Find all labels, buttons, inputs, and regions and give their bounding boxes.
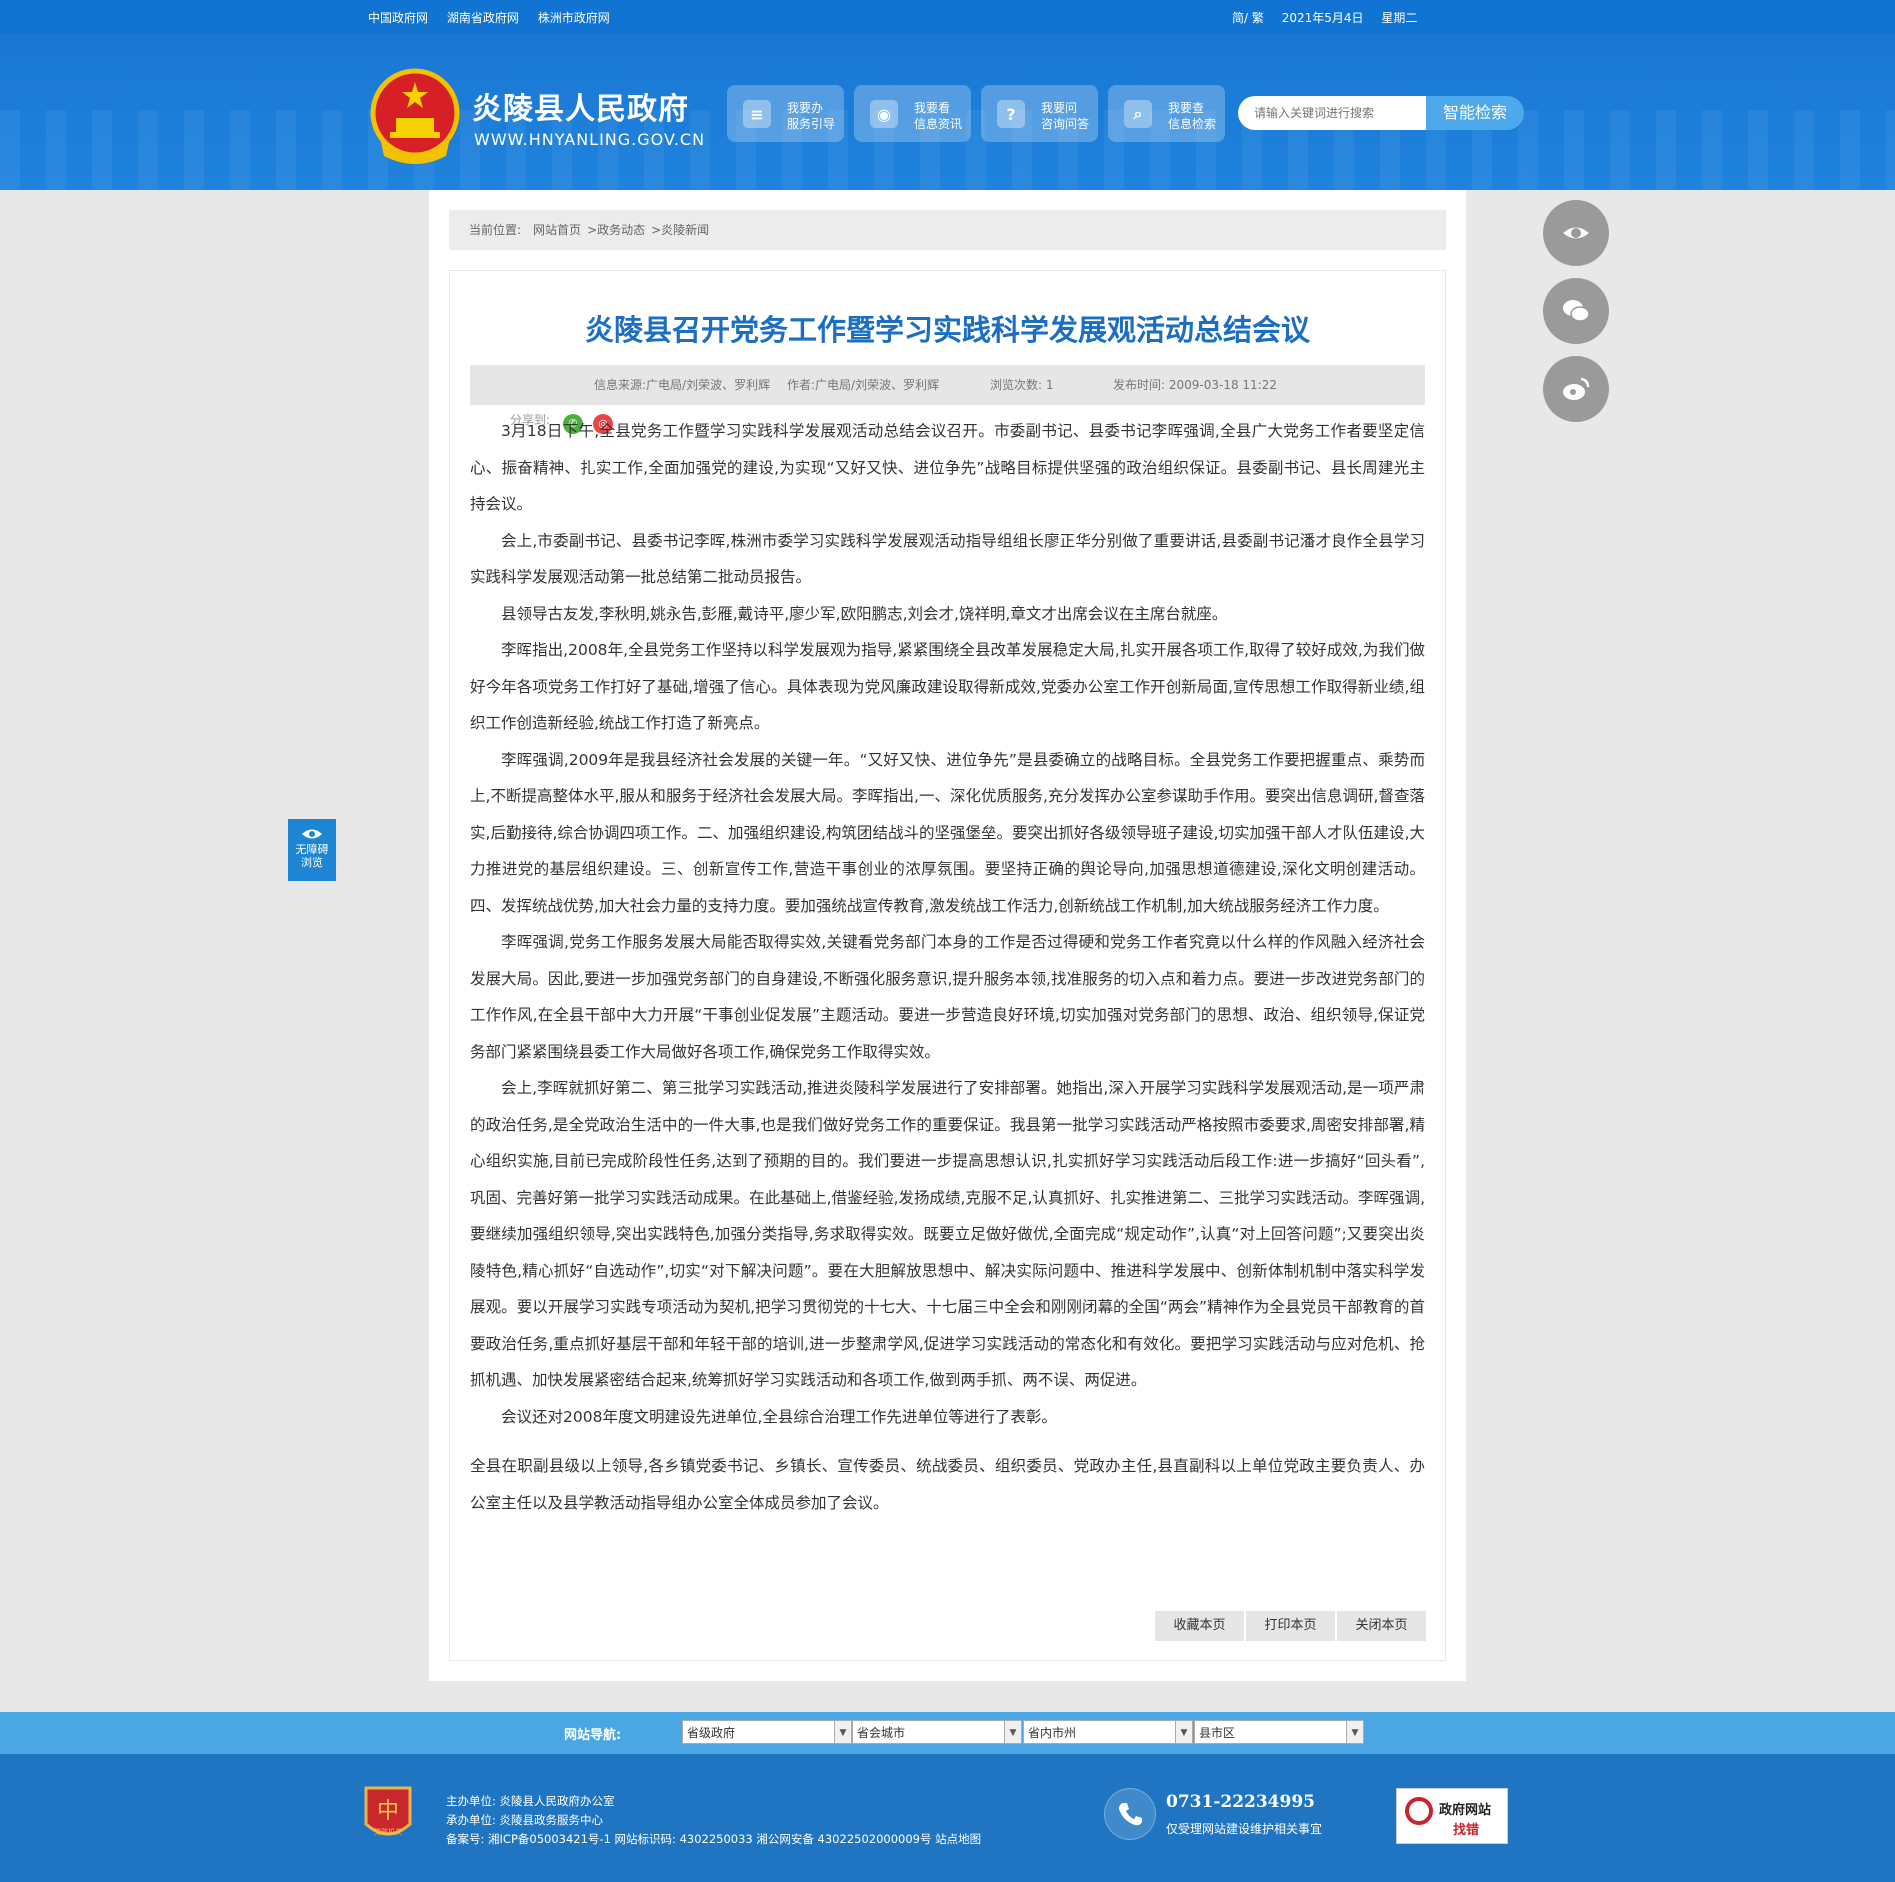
meta-views: 浏览次数: 1 bbox=[990, 378, 1054, 392]
paragraph: 3月18日下午,全县党务工作暨学习实践科学发展观活动总结会议召开。市委副书记、县… bbox=[470, 422, 1425, 513]
meta-source: 信息来源:广电局/刘荣波、罗利辉 bbox=[594, 378, 771, 392]
lang-switch[interactable]: 简/ 繁 bbox=[1232, 11, 1264, 25]
button-line2: 咨询问答 bbox=[1041, 117, 1090, 131]
eye-icon bbox=[302, 829, 322, 839]
province-city-select[interactable]: 省内市州 ▼ bbox=[1023, 1720, 1193, 1744]
paragraph: 会上,李晖就抓好第二、第三批学习实践活动,推进炎陵科学发展进行了安排部署。她指出… bbox=[470, 1079, 1425, 1389]
county-select[interactable]: 县市区 ▼ bbox=[1194, 1720, 1364, 1744]
form-icon: ≡ bbox=[743, 100, 771, 128]
footer-organizer: 承办单位: 炎陵县政务服务中心 bbox=[446, 1813, 604, 1827]
chevron-down-icon: ▼ bbox=[1175, 1721, 1192, 1743]
float-weibo-button[interactable] bbox=[1543, 356, 1609, 422]
meta-published: 发布时间: 2009-03-18 11:22 bbox=[1113, 378, 1277, 392]
accessibility-line2: 浏览 bbox=[301, 856, 323, 869]
meta-author: 作者:广电局/刘荣波、罗利辉 bbox=[787, 378, 940, 392]
weibo-icon bbox=[1563, 377, 1590, 400]
button-line1: 我要办 bbox=[787, 101, 824, 115]
closing-paragraph: 全县在职副县级以上领导,各乡镇党委书记、乡镇长、宣传委员、统战委员、组织委员、党… bbox=[470, 1457, 1425, 1512]
select-value: 省内市州 bbox=[1028, 1726, 1077, 1740]
close-page-button[interactable]: 关闭本页 bbox=[1337, 1611, 1426, 1641]
info-news-button[interactable]: ◉ 我要看 信息资讯 bbox=[854, 85, 971, 142]
button-line1: 我要查 bbox=[1168, 101, 1205, 115]
site-nav-label: 网站导航: bbox=[564, 1728, 622, 1743]
footer: 中 党政机关 主办单位: 炎陵县人民政府办公室 承办单位: 炎陵县政务服务中心 … bbox=[0, 1754, 1895, 1882]
date: 2021年5月4日 bbox=[1281, 11, 1364, 25]
chevron-down-icon: ▼ bbox=[834, 1721, 851, 1743]
button-line1: 我要问 bbox=[1041, 101, 1078, 115]
float-wechat-button[interactable] bbox=[1543, 278, 1609, 344]
chevron-down-icon: ▼ bbox=[1346, 1721, 1363, 1743]
article: 炎陵县召开党务工作暨学习实践科学发展观活动总结会议 信息来源:广电局/刘荣波、罗… bbox=[449, 270, 1446, 1661]
article-meta: 信息来源:广电局/刘荣波、罗利辉 作者:广电局/刘荣波、罗利辉 浏览次数: 1 … bbox=[470, 365, 1425, 405]
magnifier-icon bbox=[1405, 1797, 1433, 1825]
footer-record[interactable]: 备案号: 湘ICP备05003421号-1 网站标识码: 4302250033 … bbox=[446, 1830, 981, 1849]
footer-host: 主办单位: 炎陵县人民政府办公室 bbox=[446, 1794, 615, 1808]
site-title[interactable]: 炎陵县人民政府 bbox=[472, 84, 689, 128]
footer-info: 主办单位: 炎陵县人民政府办公室 承办单位: 炎陵县政务服务中心 备案号: 湘I… bbox=[446, 1792, 981, 1849]
error-line2: 找错 bbox=[1453, 1823, 1480, 1838]
article-actions: 收藏本页 打印本页 关闭本页 bbox=[1153, 1611, 1426, 1641]
paragraph: 李晖强调,党务工作服务发展大局能否取得实效,关键看党务部门本身的工作是否过得硬和… bbox=[470, 933, 1425, 1061]
report-error-button[interactable]: 政府网站 找错 bbox=[1396, 1788, 1508, 1844]
site-url: WWW.HNYANLING.GOV.CN bbox=[474, 130, 706, 149]
svg-text:中: 中 bbox=[377, 1799, 399, 1824]
main-panel: 当前位置: 网站首页 >政务动态 >炎陵新闻 炎陵县召开党务工作暨学习实践科学发展观活… bbox=[429, 190, 1466, 1681]
select-value: 省级政府 bbox=[687, 1726, 736, 1740]
link-gov-cn[interactable]: 中国政府网 bbox=[368, 11, 428, 25]
search-icon: ⌕ bbox=[1124, 100, 1152, 128]
accessibility-button[interactable]: 无障碍 浏览 bbox=[288, 819, 336, 881]
breadcrumb-local-news[interactable]: >炎陵新闻 bbox=[651, 223, 709, 237]
button-line2: 信息资讯 bbox=[914, 117, 963, 131]
article-content: 3月18日下午,全县党务工作暨学习实践科学发展观活动总结会议召开。市委副书记、县… bbox=[470, 413, 1425, 1521]
qa-button[interactable]: ? 我要问 咨询问答 bbox=[981, 85, 1098, 142]
badge-text: 党政机关 bbox=[374, 1827, 402, 1836]
paragraph: 会上,市委副书记、县委书记李晖,株洲市委学习实践科学发展观活动指导组组长廖正华分… bbox=[470, 531, 1425, 587]
weekday: 星期二 bbox=[1381, 11, 1418, 25]
paragraph: 会议还对2008年度文明建设先进单位,全县综合治理工作先进单位等进行了表彰。 bbox=[501, 1407, 1057, 1426]
breadcrumb-gov-news[interactable]: >政务动态 bbox=[587, 223, 645, 237]
select-value: 省会城市 bbox=[857, 1726, 906, 1740]
breadcrumb-label: 当前位置: bbox=[469, 223, 522, 237]
search-button[interactable]: 智能检索 bbox=[1426, 96, 1524, 130]
service-guide-button[interactable]: ≡ 我要办 服务引导 bbox=[727, 85, 844, 142]
float-eye-button[interactable] bbox=[1543, 200, 1609, 266]
link-hunan-gov[interactable]: 湖南省政府网 bbox=[447, 11, 519, 25]
select-value: 县市区 bbox=[1199, 1726, 1236, 1740]
error-line1: 政府网站 bbox=[1439, 1803, 1492, 1818]
breadcrumb-home[interactable]: 网站首页 bbox=[533, 223, 581, 237]
info-search-button[interactable]: ⌕ 我要查 信息检索 bbox=[1108, 85, 1225, 142]
top-links: 中国政府网 湖南省政府网 株洲市政府网 bbox=[368, 9, 625, 26]
capital-city-select[interactable]: 省会城市 ▼ bbox=[852, 1720, 1022, 1744]
wechat-icon bbox=[1563, 300, 1590, 322]
footer-phone: 0731-22234995 bbox=[1166, 1792, 1315, 1812]
accessibility-line1: 无障碍 bbox=[295, 843, 329, 856]
link-zhuzhou-gov[interactable]: 株洲市政府网 bbox=[538, 11, 610, 25]
national-emblem-icon bbox=[370, 68, 460, 164]
eye-icon bbox=[1563, 227, 1589, 239]
paragraph: 县领导古友发,李秋明,姚永告,彭雁,戴诗平,廖少军,欧阳鹏志,刘会才,饶祥明,章… bbox=[501, 604, 1228, 623]
article-title: 炎陵县召开党务工作暨学习实践科学发展观活动总结会议 bbox=[584, 313, 1310, 347]
button-line2: 信息检索 bbox=[1168, 117, 1217, 131]
chevron-down-icon: ▼ bbox=[1004, 1721, 1021, 1743]
button-line2: 服务引导 bbox=[787, 117, 836, 131]
top-right: 简/ 繁 2021年5月4日 星期二 bbox=[1232, 9, 1431, 26]
top-bar: 中国政府网 湖南省政府网 株洲市政府网 简/ 繁 2021年5月4日 星期二 bbox=[0, 0, 1895, 34]
bookmark-button[interactable]: 收藏本页 bbox=[1155, 1611, 1244, 1641]
print-button[interactable]: 打印本页 bbox=[1246, 1611, 1335, 1641]
site-nav: 网站导航: 省级政府 ▼ 省会城市 ▼ 省内市州 ▼ 县市区 ▼ bbox=[0, 1712, 1895, 1754]
province-gov-select[interactable]: 省级政府 ▼ bbox=[682, 1720, 852, 1744]
phone-icon bbox=[1104, 1788, 1156, 1840]
paragraph: 李晖强调,2009年是我县经济社会发展的关键一年。“又好又快、进位争先”是县委确… bbox=[470, 750, 1426, 915]
footer-phone-note: 仅受理网站建设维护相关事宜 bbox=[1166, 1822, 1323, 1836]
paragraph: 李晖指出,2008年,全县党务工作坚持以科学发展观为指导,紧紧围绕全县改革发展稳… bbox=[470, 641, 1425, 732]
eye-icon: ◉ bbox=[870, 100, 898, 128]
party-gov-badge-icon[interactable]: 中 党政机关 bbox=[362, 1784, 414, 1844]
button-line1: 我要看 bbox=[914, 101, 951, 115]
search-input[interactable] bbox=[1238, 96, 1442, 130]
question-icon: ? bbox=[997, 100, 1025, 128]
breadcrumb: 当前位置: 网站首页 >政务动态 >炎陵新闻 bbox=[449, 210, 1446, 250]
